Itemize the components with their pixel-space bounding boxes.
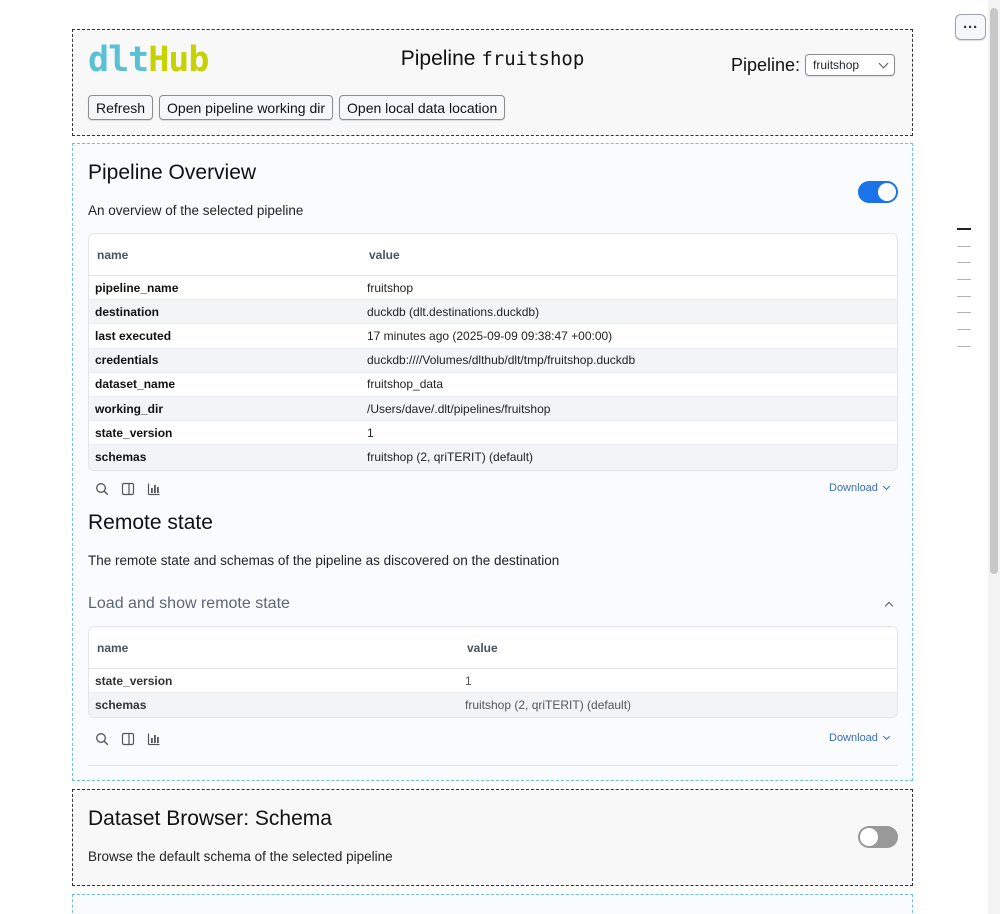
outline-mark[interactable]	[957, 245, 971, 247]
scrollbar-thumb[interactable]	[990, 8, 998, 574]
remote-state-description: The remote state and schemas of the pipe…	[88, 553, 560, 568]
overview-cell: Pipeline Overview An overview of the sel…	[72, 143, 913, 781]
table-row[interactable]: state_version 1	[89, 669, 897, 694]
header-cell: dltHub Pipeline fruitshop Pipeline: frui…	[72, 29, 913, 136]
panel-icon[interactable]	[121, 482, 135, 496]
column-header-value[interactable]: value	[467, 641, 498, 655]
app-menu-button[interactable]: ···	[955, 14, 986, 40]
overview-table-toolbar	[95, 482, 161, 496]
search-icon[interactable]	[95, 732, 109, 746]
outline-mark[interactable]	[957, 329, 971, 331]
overview-title: Pipeline Overview	[88, 161, 257, 184]
refresh-button[interactable]: Refresh	[88, 95, 154, 120]
outline-mark[interactable]	[957, 279, 971, 281]
remote-table-toolbar	[95, 732, 161, 746]
table-row[interactable]: dataset_name fruitshop_data	[89, 373, 897, 397]
panel-icon[interactable]	[121, 732, 135, 746]
outline-mark[interactable]	[957, 295, 971, 297]
table-header: name value	[89, 234, 897, 276]
table-row[interactable]: credentials duckdb:////Volumes/dlthub/dlt…	[89, 348, 897, 373]
table-row[interactable]: pipeline_name fruitshop	[89, 276, 897, 301]
pipeline-name: fruitshop	[481, 48, 585, 70]
column-header-value[interactable]: value	[369, 248, 400, 262]
search-icon[interactable]	[95, 482, 109, 496]
remote-state-accordion[interactable]: Load and show remote state	[88, 595, 898, 613]
outline-mark[interactable]	[957, 312, 971, 314]
table-row[interactable]: destination duckdb (dlt.destinations.duck…	[89, 300, 897, 325]
outline-mark[interactable]	[957, 345, 971, 347]
overview-download[interactable]: Download	[829, 482, 890, 494]
pipeline-select[interactable]: fruitshop	[805, 54, 896, 76]
chart-icon[interactable]	[147, 732, 161, 746]
chevron-down-icon	[878, 58, 889, 68]
table-row[interactable]: state_version 1	[89, 421, 897, 446]
table-header: name value	[89, 627, 897, 669]
overview-toggle[interactable]	[858, 181, 898, 203]
overview-description: An overview of the selected pipeline	[88, 203, 304, 218]
chart-icon[interactable]	[147, 482, 161, 496]
outline-mark[interactable]	[957, 228, 971, 230]
schema-browser-toggle[interactable]	[858, 826, 898, 848]
column-header-name[interactable]: name	[89, 248, 369, 262]
schema-browser-cell: Dataset Browser: Schema Browse the defau…	[72, 789, 913, 886]
remote-state-table: name value state_version 1 schemas fruitsh…	[88, 626, 898, 719]
chevron-down-icon	[882, 732, 890, 741]
table-row[interactable]: last executed 17 minutes ago (2025-09-09 …	[89, 324, 897, 349]
schema-browser-description: Browse the default schema of the selecte…	[88, 849, 393, 864]
column-header-name[interactable]: name	[89, 641, 467, 655]
table-row[interactable]: schemas fruitshop (2, qriTERIT) (default)	[89, 445, 897, 470]
remote-state-title: Remote state	[88, 511, 213, 534]
accordion-title: Load and show remote state	[88, 595, 290, 612]
schema-browser-title: Dataset Browser: Schema	[88, 807, 332, 830]
pipeline-selector: Pipeline: fruitshop	[731, 54, 896, 76]
section-outline[interactable]	[957, 228, 971, 363]
divider	[88, 765, 898, 766]
pipeline-select-label: Pipeline:	[731, 54, 801, 75]
overview-table: name value pipeline_name fruitshop destin…	[88, 233, 898, 471]
header-actions: Refresh Open pipeline working dir Open l…	[88, 95, 506, 120]
remote-download[interactable]: Download	[829, 732, 890, 744]
table-row[interactable]: working_dir/Users/dave/.dlt/pipelines/fr…	[89, 396, 897, 422]
chevron-down-icon	[882, 482, 890, 491]
outline-mark[interactable]	[957, 262, 971, 264]
chevron-up-icon	[884, 601, 894, 611]
open-local-data-button[interactable]: Open local data location	[339, 95, 506, 120]
table-row[interactable]: schemas fruitshop (2, qriTERIT) (default)	[89, 693, 897, 718]
open-working-dir-button[interactable]: Open pipeline working dir	[159, 95, 334, 120]
ellipsis-icon: ···	[963, 18, 978, 36]
next-cell	[72, 894, 913, 914]
